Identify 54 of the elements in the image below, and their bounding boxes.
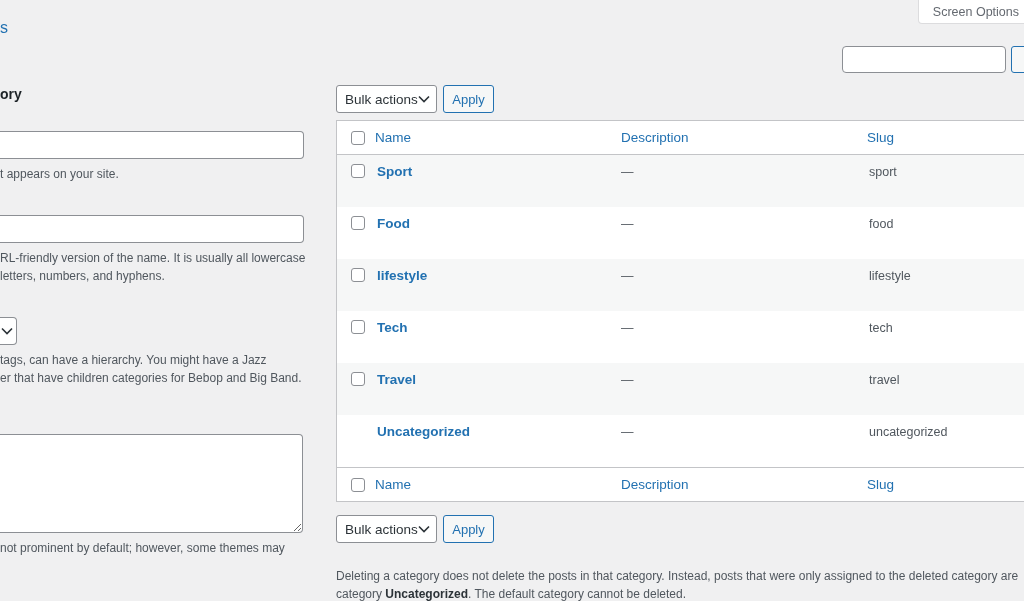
table-cell-text: food bbox=[868, 217, 894, 231]
screen-options-tab[interactable]: Screen Options bbox=[917, 0, 1024, 24]
column-header-link[interactable]: Description bbox=[621, 477, 689, 492]
form-heading: ory bbox=[0, 85, 23, 104]
table-cell: — bbox=[621, 217, 634, 231]
checkbox[interactable] bbox=[351, 320, 365, 334]
category-name-link[interactable]: Uncategorized bbox=[375, 424, 471, 439]
description-field[interactable] bbox=[0, 434, 303, 533]
column-header-link[interactable]: Slug bbox=[867, 477, 895, 492]
apply-button[interactable]: Apply bbox=[443, 515, 494, 543]
parent-select[interactable] bbox=[0, 317, 17, 345]
table-cell: — bbox=[621, 165, 634, 179]
table-cell: — bbox=[621, 321, 634, 335]
category-name-link[interactable]: Tech bbox=[375, 320, 408, 335]
category-name-link[interactable]: Food bbox=[375, 216, 410, 231]
checkbox[interactable] bbox=[351, 372, 365, 386]
help-text: RL-friendly version of the name. It is usually all lowercase bbox=[0, 250, 306, 267]
chevron-icon bbox=[418, 95, 430, 103]
table-cell: — bbox=[621, 425, 634, 439]
table-cell-text: tech bbox=[868, 321, 893, 335]
checkbox[interactable] bbox=[351, 268, 365, 282]
chevron-icon bbox=[418, 525, 430, 533]
search-field[interactable] bbox=[842, 46, 1006, 73]
bulk-actions-select[interactable]: Bulk actions bbox=[336, 85, 437, 113]
note-text: Deleting a category does not delete the posts in that category. Instead, posts that were only assigned to the deleted category are bbox=[336, 568, 1020, 585]
apply-button[interactable]: Apply bbox=[443, 85, 494, 113]
help-text: tags, can have a hierarchy. You might have a Jazz bbox=[0, 352, 267, 369]
table-cell-text: uncategorized bbox=[868, 425, 948, 439]
text-field[interactable] bbox=[0, 131, 304, 159]
table-cell-text: travel bbox=[868, 373, 900, 387]
table-cell: — bbox=[621, 373, 634, 387]
chevron-icon bbox=[1, 327, 13, 335]
help-text: er that have children categories for Bebop and Big Band. bbox=[0, 370, 302, 387]
note-text: category Uncategorized. The default category cannot be deleted. bbox=[336, 586, 687, 601]
help-text: not prominent by default; however, some themes may bbox=[0, 540, 285, 557]
column-header-link[interactable]: Name bbox=[375, 477, 411, 492]
category-name-link[interactable]: Sport bbox=[375, 164, 413, 179]
text-field[interactable] bbox=[0, 215, 304, 243]
bulk-actions-select[interactable]: Bulk actions bbox=[336, 515, 437, 543]
checkbox[interactable] bbox=[351, 216, 365, 230]
column-header-link[interactable]: Slug bbox=[867, 130, 895, 145]
category-name-link[interactable]: lifestyle bbox=[375, 268, 428, 283]
table-cell-text: sport bbox=[868, 165, 897, 179]
column-header-link[interactable]: Description bbox=[621, 130, 689, 145]
checkbox[interactable] bbox=[351, 164, 365, 178]
checkbox[interactable] bbox=[351, 477, 365, 492]
table-cell: — bbox=[621, 269, 634, 283]
help-text: t appears on your site. bbox=[0, 166, 119, 183]
page-title: s bbox=[0, 18, 9, 38]
table-cell-text: lifestyle bbox=[868, 269, 911, 283]
column-header-link[interactable]: Name bbox=[375, 130, 411, 145]
help-text: letters, numbers, and hyphens. bbox=[0, 268, 165, 285]
checkbox[interactable] bbox=[351, 130, 365, 145]
category-name-link[interactable]: Travel bbox=[375, 372, 417, 387]
